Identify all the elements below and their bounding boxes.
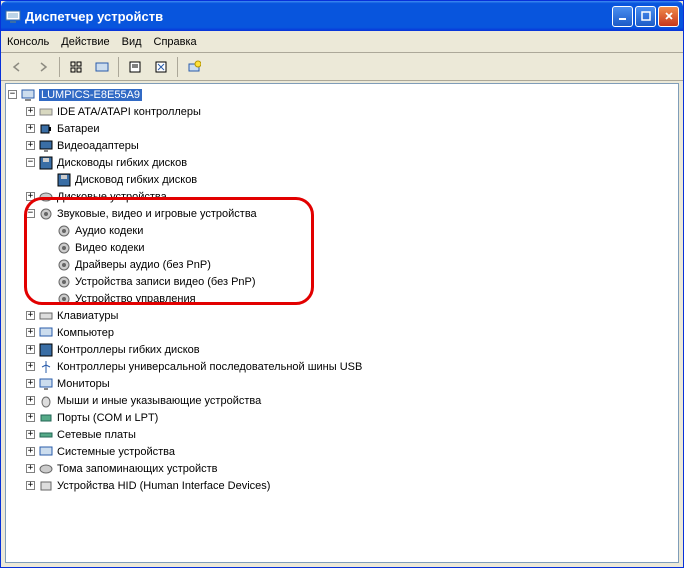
sound-icon xyxy=(56,274,72,290)
hid-icon xyxy=(38,478,54,494)
node-system[interactable]: +Системные устройства xyxy=(8,443,676,460)
expand-icon[interactable]: + xyxy=(26,362,35,371)
node-network[interactable]: +Сетевые платы xyxy=(8,426,676,443)
expand-icon[interactable]: + xyxy=(26,345,35,354)
menu-action[interactable]: Действие xyxy=(61,36,109,48)
root-label: LUMPICS-E8E55A9 xyxy=(39,89,142,101)
sound-icon xyxy=(38,206,54,222)
expand-icon[interactable]: + xyxy=(26,192,35,201)
network-icon xyxy=(38,427,54,443)
node-audio-drivers[interactable]: Драйверы аудио (без PnP) xyxy=(8,256,676,273)
expand-icon[interactable]: + xyxy=(26,464,35,473)
keyboard-icon xyxy=(38,308,54,324)
sound-icon xyxy=(56,291,72,307)
sound-icon xyxy=(56,223,72,239)
monitor-icon xyxy=(38,376,54,392)
device-manager-window: Диспетчер устройств Консоль Действие Вид… xyxy=(0,0,684,568)
node-video[interactable]: +Видеоадаптеры xyxy=(8,137,676,154)
volume-icon xyxy=(38,461,54,477)
window-title: Диспетчер устройств xyxy=(25,9,612,24)
sound-icon xyxy=(56,240,72,256)
root-node[interactable]: − LUMPICS-E8E55A9 xyxy=(8,86,676,103)
sound-icon xyxy=(56,257,72,273)
node-floppy-drives[interactable]: −Дисководы гибких дисков xyxy=(8,154,676,171)
node-control-dev[interactable]: Устройство управления xyxy=(8,290,676,307)
mouse-icon xyxy=(38,393,54,409)
device-tree: − LUMPICS-E8E55A9 +IDE ATA/ATAPI контрол… xyxy=(8,86,676,494)
menu-help[interactable]: Справка xyxy=(154,36,197,48)
menu-console[interactable]: Консоль xyxy=(7,36,49,48)
node-floppy-drive-item[interactable]: Дисковод гибких дисков xyxy=(8,171,676,188)
node-video-codecs[interactable]: Видео кодеки xyxy=(8,239,676,256)
toolbar-btn-4[interactable] xyxy=(149,56,173,78)
computer-icon xyxy=(38,325,54,341)
node-mice[interactable]: +Мыши и иные указывающие устройства xyxy=(8,392,676,409)
expand-icon[interactable]: + xyxy=(26,379,35,388)
minimize-button[interactable] xyxy=(612,6,633,27)
collapse-icon[interactable]: − xyxy=(26,209,35,218)
expand-icon[interactable]: + xyxy=(26,447,35,456)
floppy-icon xyxy=(38,155,54,171)
battery-icon xyxy=(38,121,54,137)
node-audio-codecs[interactable]: Аудио кодеки xyxy=(8,222,676,239)
toolbar-refresh-button[interactable] xyxy=(182,56,206,78)
node-battery[interactable]: +Батареи xyxy=(8,120,676,137)
node-disk-drives[interactable]: +Дисковые устройства xyxy=(8,188,676,205)
tree-panel[interactable]: − LUMPICS-E8E55A9 +IDE ATA/ATAPI контрол… xyxy=(5,83,679,563)
node-computer[interactable]: +Компьютер xyxy=(8,324,676,341)
expand-icon[interactable]: + xyxy=(26,141,35,150)
back-button xyxy=(5,56,29,78)
node-hid[interactable]: +Устройства HID (Human Interface Devices… xyxy=(8,477,676,494)
disk-icon xyxy=(38,189,54,205)
node-storage-vols[interactable]: +Тома запоминающих устройств xyxy=(8,460,676,477)
expand-icon[interactable]: + xyxy=(26,124,35,133)
system-icon xyxy=(38,444,54,460)
maximize-button[interactable] xyxy=(635,6,656,27)
usb-icon xyxy=(38,359,54,375)
node-usb[interactable]: +Контроллеры универсальной последователь… xyxy=(8,358,676,375)
computer-icon xyxy=(20,87,36,103)
expand-icon[interactable]: + xyxy=(26,311,35,320)
ide-icon xyxy=(38,104,54,120)
floppy-icon xyxy=(56,172,72,188)
port-icon xyxy=(38,410,54,426)
node-video-rec[interactable]: Устройства записи видео (без PnP) xyxy=(8,273,676,290)
forward-button xyxy=(31,56,55,78)
expand-icon[interactable]: + xyxy=(26,413,35,422)
collapse-icon[interactable]: − xyxy=(26,158,35,167)
expand-icon[interactable]: + xyxy=(26,328,35,337)
toolbar-btn-1[interactable] xyxy=(64,56,88,78)
node-floppy-ctrl[interactable]: +Контроллеры гибких дисков xyxy=(8,341,676,358)
app-icon xyxy=(5,8,21,24)
display-icon xyxy=(38,138,54,154)
expand-icon[interactable]: + xyxy=(26,396,35,405)
expand-icon[interactable]: + xyxy=(26,430,35,439)
toolbar xyxy=(1,53,683,81)
menubar: Консоль Действие Вид Справка xyxy=(1,31,683,53)
menu-view[interactable]: Вид xyxy=(122,36,142,48)
floppy-icon xyxy=(38,342,54,358)
node-monitors[interactable]: +Мониторы xyxy=(8,375,676,392)
close-button[interactable] xyxy=(658,6,679,27)
expand-icon[interactable]: + xyxy=(26,481,35,490)
toolbar-properties-button[interactable] xyxy=(123,56,147,78)
node-ports[interactable]: +Порты (COM и LPT) xyxy=(8,409,676,426)
titlebar[interactable]: Диспетчер устройств xyxy=(1,1,683,31)
toolbar-btn-2[interactable] xyxy=(90,56,114,78)
expand-icon[interactable]: + xyxy=(26,107,35,116)
collapse-icon[interactable]: − xyxy=(8,90,17,99)
node-ide[interactable]: +IDE ATA/ATAPI контроллеры xyxy=(8,103,676,120)
node-keyboards[interactable]: +Клавиатуры xyxy=(8,307,676,324)
node-sound[interactable]: −Звуковые, видео и игровые устройства xyxy=(8,205,676,222)
